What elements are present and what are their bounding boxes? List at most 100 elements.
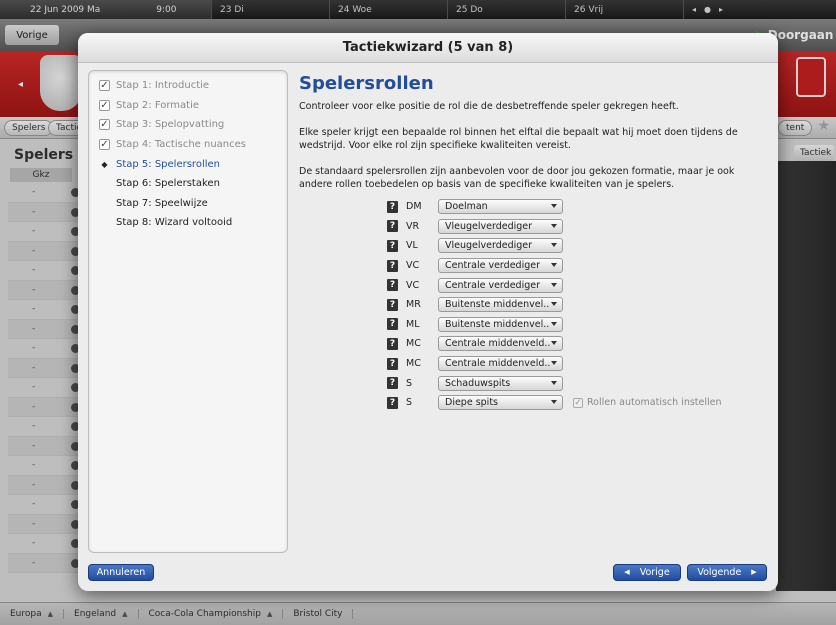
wizard-step[interactable]: ✓ Stap 4: Tactische nuances [89, 135, 287, 155]
help-icon[interactable]: ? [387, 337, 398, 350]
role-dropdown[interactable]: Doelman [438, 199, 563, 215]
wizard-step-label: Stap 8: Wizard voltooid [116, 217, 233, 229]
role-dropdown[interactable]: Buitenste middenvel.. [438, 297, 563, 313]
role-dropdown[interactable]: Centrale middenveld.. [438, 336, 563, 352]
section-heading: Spelersrollen [299, 73, 434, 94]
checkbox-checked-icon: ✓ [99, 119, 110, 131]
role-value: Centrale middenveld.. [445, 338, 551, 350]
role-value: Buitenste middenvel.. [445, 318, 550, 330]
help-icon[interactable]: ? [387, 200, 398, 213]
chevron-down-icon [551, 204, 557, 209]
cancel-button[interactable]: Annuleren [88, 564, 154, 581]
role-row: ? MR Buitenste middenvel.. [387, 295, 757, 315]
role-value: Schaduwspits [445, 377, 511, 389]
step-status: ✓ [93, 99, 116, 111]
role-dropdown[interactable]: Vleugelverdediger [438, 238, 563, 254]
role-dropdown[interactable]: Centrale verdediger [438, 277, 563, 293]
role-dropdown[interactable]: Centrale verdediger [438, 258, 563, 274]
chevron-down-icon [551, 282, 557, 287]
position-label: DM [406, 201, 422, 213]
help-icon[interactable]: ? [387, 239, 398, 252]
wizard-step[interactable]: ✓ Stap 3: Spelopvatting [89, 115, 287, 135]
wizard-step[interactable]: Stap 7: Speelwijze [89, 194, 287, 214]
role-value: Doelman [445, 201, 488, 213]
wizard-step[interactable]: Stap 6: Spelerstaken [89, 174, 287, 194]
help-icon[interactable]: ? [387, 318, 398, 331]
help-icon[interactable]: ? [387, 220, 398, 233]
role-dropdown[interactable]: Diepe spits [438, 395, 563, 411]
position-label: S [406, 397, 413, 409]
position-label: VC [406, 260, 420, 272]
role-value: Centrale verdediger [445, 260, 540, 272]
wizard-step-label: Stap 3: Spelopvatting [116, 119, 225, 131]
next-button[interactable]: Volgende ▶ [687, 564, 767, 581]
chevron-down-icon [551, 223, 557, 228]
position-label: VL [406, 240, 418, 252]
role-row: ? VC Centrale verdediger [387, 256, 757, 276]
position-label: VC [406, 279, 420, 291]
help-icon[interactable]: ? [387, 357, 398, 370]
step-status: ✓ [93, 119, 116, 131]
wizard-step-label: Stap 1: Introductie [116, 80, 210, 92]
current-step-icon: ◆ [101, 159, 108, 169]
role-row: ? MC Centrale middenveld.. [387, 334, 757, 354]
wizard-steps-panel: ✓ Stap 1: Introductie ✓ Stap 2: Formatie ✓ St… [88, 70, 288, 553]
auto-roles-checkbox[interactable]: ✓ [573, 397, 583, 408]
wizard-step[interactable]: Stap 8: Wizard voltooid [89, 213, 287, 233]
chevron-down-icon [551, 341, 557, 346]
position-label: MR [406, 299, 421, 311]
chevron-down-icon [551, 380, 557, 385]
help-icon[interactable]: ? [387, 279, 398, 292]
wizard-step-label: Stap 2: Formatie [116, 99, 200, 111]
chevron-down-icon [551, 243, 557, 248]
role-value: Centrale middenveld.. [445, 358, 551, 370]
wizard-step[interactable]: ✓ Stap 2: Formatie [89, 96, 287, 116]
auto-roles-option[interactable]: ✓ Rollen automatisch instellen [573, 397, 722, 408]
role-value: Vleugelverdediger [445, 220, 533, 232]
role-dropdown[interactable]: Centrale middenveld.. [438, 356, 563, 372]
description-text: Elke speler krijgt een bepaalde rol binn… [299, 127, 738, 151]
wizard-step[interactable]: ✓ Stap 1: Introductie [89, 76, 287, 96]
auto-roles-label: Rollen automatisch instellen [587, 397, 722, 409]
role-row: ? VC Centrale verdediger [387, 275, 757, 295]
position-label: VR [406, 220, 420, 232]
position-label: MC [406, 358, 421, 370]
previous-button[interactable]: ◀ Vorige [613, 564, 681, 581]
role-row: ? VR Vleugelverdediger [387, 217, 757, 237]
wizard-step-label: Stap 4: Tactische nuances [116, 139, 246, 151]
chevron-down-icon [551, 263, 557, 268]
position-label: S [406, 377, 413, 389]
step-status: ◆ [93, 160, 116, 169]
triangle-left-icon: ◀ [624, 568, 630, 576]
role-value: Buitenste middenvel.. [445, 299, 550, 311]
role-dropdown[interactable]: Vleugelverdediger [438, 218, 563, 234]
wizard-step-label: Stap 6: Spelerstaken [116, 178, 220, 190]
role-row: ? MC Centrale middenveld.. [387, 354, 757, 374]
role-value: Diepe spits [445, 397, 498, 409]
chevron-down-icon [551, 361, 557, 366]
role-dropdown[interactable]: Buitenste middenvel.. [438, 316, 563, 332]
help-icon[interactable]: ? [387, 396, 398, 409]
role-value: Vleugelverdediger [445, 240, 533, 252]
role-row: ? ML Buitenste middenvel.. [387, 315, 757, 335]
position-label: ML [406, 318, 420, 330]
step-status: ✓ [93, 80, 116, 92]
role-value: Centrale verdediger [445, 279, 540, 291]
chevron-down-icon [551, 321, 557, 326]
help-icon[interactable]: ? [387, 377, 398, 390]
wizard-step[interactable]: ◆ Stap 5: Spelersrollen [89, 154, 287, 174]
help-icon[interactable]: ? [387, 298, 398, 311]
position-label: MC [406, 338, 421, 350]
tactics-wizard-dialog: Tactiekwizard (5 van 8) ✓ Stap 1: Introdu… [78, 33, 778, 591]
checkbox-checked-icon: ✓ [99, 139, 110, 151]
help-icon[interactable]: ? [387, 259, 398, 272]
role-row: ? DM Doelman [387, 197, 757, 217]
role-dropdown[interactable]: Schaduwspits [438, 375, 563, 391]
wizard-step-label: Stap 5: Spelersrollen [116, 158, 220, 170]
recommendation-text: De standaard spelersrollen zijn aanbevol… [299, 166, 735, 190]
intro-text: Controleer voor elke positie de rol die … [299, 101, 679, 112]
checkbox-checked-icon: ✓ [99, 80, 110, 92]
step-status: ✓ [93, 139, 116, 151]
chevron-down-icon [551, 302, 557, 307]
role-row: ? S Schaduwspits [387, 373, 757, 393]
